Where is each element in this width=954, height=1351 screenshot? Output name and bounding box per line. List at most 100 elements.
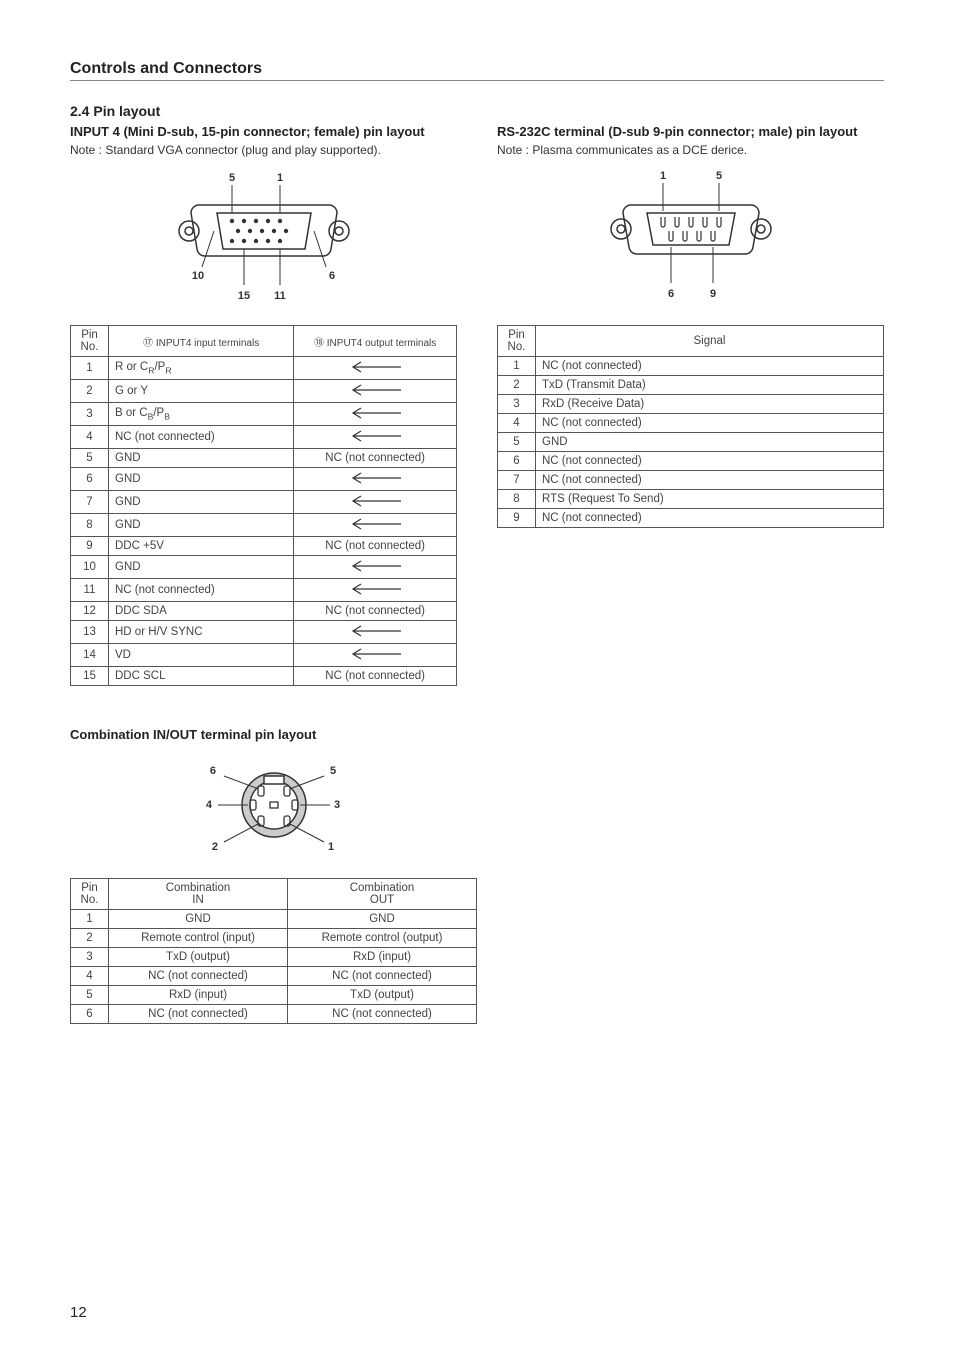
table-row: 1NC (not connected) bbox=[498, 357, 884, 376]
table-row: 12DDC SDANC (not connected) bbox=[71, 602, 457, 621]
rs232-note: Note : Plasma communicates as a DCE deri… bbox=[497, 143, 884, 157]
table-row: 2TxD (Transmit Data) bbox=[498, 376, 884, 395]
th-pin: Pin No. bbox=[71, 326, 109, 357]
table-row: 3B or CB/PB bbox=[71, 403, 457, 426]
svg-text:5: 5 bbox=[715, 170, 721, 182]
cell-pin: 6 bbox=[71, 468, 109, 491]
section-header: Controls and Connectors bbox=[70, 60, 884, 81]
cell-pin: 8 bbox=[498, 490, 536, 509]
cell-signal: NC (not connected) bbox=[536, 509, 884, 528]
cell-pin: 9 bbox=[498, 509, 536, 528]
svg-text:5: 5 bbox=[330, 765, 336, 777]
arrow-left-icon bbox=[345, 517, 405, 531]
arrow-left-icon bbox=[345, 406, 405, 420]
arrow-left-icon bbox=[345, 582, 405, 596]
cell-pin: 11 bbox=[71, 579, 109, 602]
cell-signal: GND bbox=[536, 433, 884, 452]
svg-text:3: 3 bbox=[334, 799, 340, 811]
cell-out bbox=[294, 380, 457, 403]
cell-pin: 12 bbox=[71, 602, 109, 621]
rs232-connector-figure: 1 5 6 9 bbox=[497, 167, 884, 307]
cell-in: G or Y bbox=[109, 380, 294, 403]
svg-text:2: 2 bbox=[211, 841, 217, 853]
table-row: 15DDC SCLNC (not connected) bbox=[71, 667, 457, 686]
cell-in: NC (not connected) bbox=[109, 426, 294, 449]
table-row: 7NC (not connected) bbox=[498, 471, 884, 490]
cell-comb-in: Remote control (input) bbox=[109, 929, 288, 948]
cell-out bbox=[294, 403, 457, 426]
table-row: 3TxD (output)RxD (input) bbox=[71, 948, 477, 967]
cell-comb-out: GND bbox=[288, 910, 477, 929]
cell-comb-out: Remote control (output) bbox=[288, 929, 477, 948]
svg-text:1: 1 bbox=[276, 172, 282, 184]
cell-pin: 5 bbox=[498, 433, 536, 452]
cell-pin: 9 bbox=[71, 537, 109, 556]
table-row: 9DDC +5VNC (not connected) bbox=[71, 537, 457, 556]
cell-pin: 3 bbox=[71, 403, 109, 426]
cell-pin: 1 bbox=[71, 910, 109, 929]
cell-out bbox=[294, 426, 457, 449]
svg-text:10: 10 bbox=[191, 270, 203, 282]
arrow-left-icon bbox=[345, 471, 405, 485]
cell-out bbox=[294, 579, 457, 602]
cell-pin: 5 bbox=[71, 986, 109, 1005]
cell-out: NC (not connected) bbox=[294, 667, 457, 686]
table-row: 3RxD (Receive Data) bbox=[498, 395, 884, 414]
cell-pin: 3 bbox=[71, 948, 109, 967]
cell-pin: 2 bbox=[498, 376, 536, 395]
table-row: 2G or Y bbox=[71, 380, 457, 403]
th-in: ⑰ INPUT4 input terminals bbox=[109, 326, 294, 357]
cell-comb-in: TxD (output) bbox=[109, 948, 288, 967]
svg-text:5: 5 bbox=[228, 172, 234, 184]
cell-comb-in: NC (not connected) bbox=[109, 1005, 288, 1024]
dsub9-male-icon: 1 5 6 9 bbox=[581, 167, 801, 307]
cell-in: NC (not connected) bbox=[109, 579, 294, 602]
table-row: 1R or CR/PR bbox=[71, 357, 457, 380]
table-row: 10GND bbox=[71, 556, 457, 579]
svg-text:6: 6 bbox=[328, 270, 334, 282]
th-out: ⑱ INPUT4 output terminals bbox=[294, 326, 457, 357]
th-pin: Pin No. bbox=[498, 326, 536, 357]
input4-heading: INPUT 4 (Mini D-sub, 15-pin connector; f… bbox=[70, 123, 457, 141]
cell-out: NC (not connected) bbox=[294, 537, 457, 556]
cell-pin: 6 bbox=[71, 1005, 109, 1024]
svg-text:1: 1 bbox=[659, 170, 665, 182]
cell-in: GND bbox=[109, 491, 294, 514]
cell-in: GND bbox=[109, 468, 294, 491]
cell-pin: 4 bbox=[71, 967, 109, 986]
cell-comb-out: RxD (input) bbox=[288, 948, 477, 967]
cell-comb-in: NC (not connected) bbox=[109, 967, 288, 986]
table-row: 7GND bbox=[71, 491, 457, 514]
cell-pin: 14 bbox=[71, 644, 109, 667]
cell-pin: 2 bbox=[71, 380, 109, 403]
cell-pin: 5 bbox=[71, 449, 109, 468]
table-row: 6NC (not connected) bbox=[498, 452, 884, 471]
rs232-pin-table: Pin No. Signal 1NC (not connected)2TxD (… bbox=[497, 325, 884, 528]
cell-in: B or CB/PB bbox=[109, 403, 294, 426]
cell-pin: 10 bbox=[71, 556, 109, 579]
cell-in: DDC +5V bbox=[109, 537, 294, 556]
combination-connector-figure: 6 5 4 3 2 1 bbox=[70, 750, 477, 860]
cell-in: VD bbox=[109, 644, 294, 667]
cell-comb-out: TxD (output) bbox=[288, 986, 477, 1005]
table-row: 13HD or H/V SYNC bbox=[71, 621, 457, 644]
page: Controls and Connectors 2.4 Pin layout I… bbox=[0, 0, 954, 1351]
cell-in: GND bbox=[109, 556, 294, 579]
arrow-left-icon bbox=[345, 624, 405, 638]
svg-text:15: 15 bbox=[237, 290, 249, 302]
th-pin: Pin No. bbox=[71, 879, 109, 910]
cell-in: HD or H/V SYNC bbox=[109, 621, 294, 644]
cell-out bbox=[294, 556, 457, 579]
cell-pin: 7 bbox=[71, 491, 109, 514]
cell-in: DDC SCL bbox=[109, 667, 294, 686]
table-row: 1GNDGND bbox=[71, 910, 477, 929]
th-comb-out: CombinationOUT bbox=[288, 879, 477, 910]
cell-out: NC (not connected) bbox=[294, 449, 457, 468]
cell-pin: 7 bbox=[498, 471, 536, 490]
cell-out bbox=[294, 491, 457, 514]
cell-pin: 15 bbox=[71, 667, 109, 686]
input4-note: Note : Standard VGA connector (plug and … bbox=[70, 143, 457, 157]
cell-out bbox=[294, 357, 457, 380]
arrow-left-icon bbox=[345, 647, 405, 661]
table-row: 4NC (not connected) bbox=[498, 414, 884, 433]
